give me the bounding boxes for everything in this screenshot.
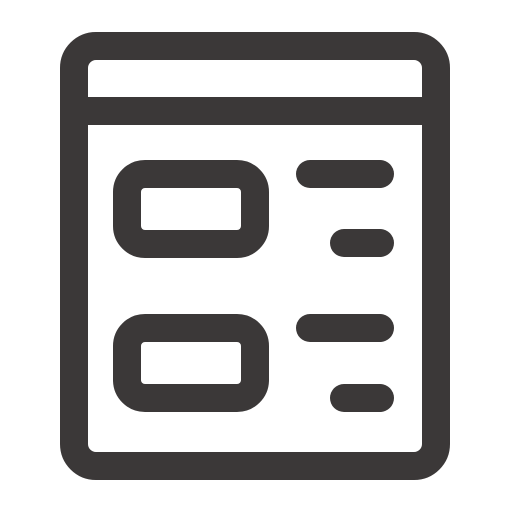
icon-canvas	[0, 0, 512, 512]
row-1-thumbnail	[113, 160, 269, 258]
list-layout-icon	[60, 32, 450, 480]
row-2-thumbnail	[113, 314, 269, 412]
